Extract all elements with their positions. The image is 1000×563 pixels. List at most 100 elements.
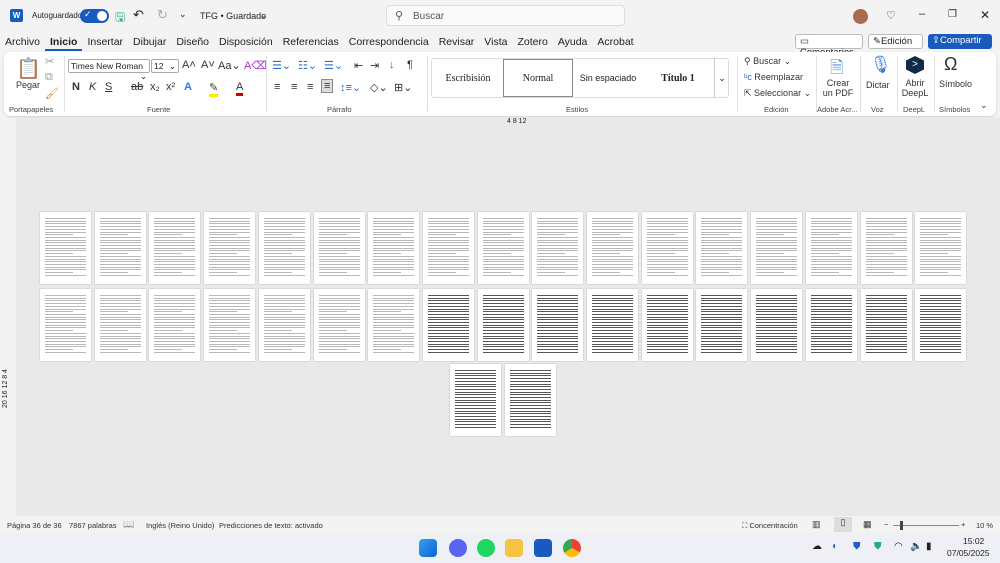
style-normal[interactable]: Normal bbox=[503, 59, 573, 97]
zoom-level[interactable]: 10 % bbox=[976, 521, 993, 530]
undo-icon[interactable]: ↶ bbox=[133, 7, 144, 23]
page-thumbnail[interactable] bbox=[532, 212, 584, 284]
page-thumbnail[interactable] bbox=[587, 212, 638, 284]
page-thumbnail[interactable] bbox=[641, 212, 693, 284]
edge-icon[interactable]: ◐ bbox=[832, 541, 838, 552]
style-sin-espaciado[interactable]: Sin espaciado bbox=[573, 59, 643, 97]
highlight-icon[interactable]: ✎ bbox=[209, 81, 219, 97]
comments-button[interactable]: ▭ Comentarios bbox=[795, 34, 863, 58]
paste-button[interactable]: Pegar bbox=[16, 80, 40, 90]
focus-button[interactable]: ⛶ Concentración bbox=[742, 521, 798, 531]
tab-correspondencia[interactable]: Correspondencia bbox=[344, 33, 434, 51]
print-layout-icon[interactable]: ▯ bbox=[834, 517, 852, 532]
microphone-icon[interactable]: 🎙 bbox=[870, 55, 892, 75]
page-thumbnail[interactable] bbox=[477, 212, 529, 284]
tab-diseno[interactable]: Diseño bbox=[171, 33, 214, 51]
editing-mode-button[interactable]: ✎Edición ⌄ bbox=[868, 34, 923, 58]
collapse-ribbon-icon[interactable]: ⌄ bbox=[980, 100, 988, 111]
spotify-icon[interactable] bbox=[477, 539, 495, 557]
autosave-toggle[interactable]: ✓ bbox=[80, 9, 109, 23]
page-thumbnail[interactable] bbox=[94, 212, 146, 284]
chrome-icon[interactable] bbox=[563, 539, 581, 557]
clock-time[interactable]: 15:02 bbox=[963, 536, 984, 546]
clock-date[interactable]: 07/05/2025 bbox=[947, 548, 990, 558]
tab-archivo[interactable]: Archivo bbox=[0, 33, 45, 51]
page-thumbnail[interactable] bbox=[696, 289, 748, 361]
styles-more-button[interactable]: ⌄ bbox=[714, 58, 729, 98]
tab-inicio[interactable]: Inicio bbox=[45, 33, 83, 51]
page-thumbnail[interactable] bbox=[40, 212, 91, 284]
proofing-icon[interactable]: 📖 bbox=[123, 519, 134, 530]
text-effects-icon[interactable]: A bbox=[184, 81, 192, 93]
page-thumbnail[interactable] bbox=[641, 289, 693, 361]
italic-button[interactable]: K bbox=[89, 81, 96, 93]
copy-icon[interactable]: ⧉ bbox=[45, 71, 53, 84]
page-thumbnail[interactable] bbox=[149, 289, 201, 361]
create-pdf-button[interactable]: Crear un PDF bbox=[822, 78, 854, 98]
grow-font-icon[interactable]: A˄ bbox=[182, 59, 196, 71]
line-spacing-icon[interactable]: ↕≡⌄ bbox=[340, 81, 361, 94]
underline-button[interactable]: S bbox=[105, 81, 112, 93]
tab-dibujar[interactable]: Dibujar bbox=[128, 33, 171, 51]
search-input[interactable]: ⚲ Buscar bbox=[386, 5, 625, 26]
select-button[interactable]: ⇱ Seleccionar ⌄ bbox=[744, 88, 811, 99]
restore-icon[interactable]: ❐ bbox=[948, 9, 957, 20]
font-name-select[interactable]: Times New Roman ⌄ bbox=[68, 59, 150, 81]
deepl-icon[interactable]: > bbox=[906, 56, 924, 74]
language[interactable]: Inglés (Reino Unido) bbox=[146, 521, 214, 530]
page-thumbnail[interactable] bbox=[696, 212, 748, 284]
align-right-icon[interactable]: ≡ bbox=[307, 81, 313, 93]
page-thumbnail[interactable] bbox=[805, 289, 857, 361]
start-icon[interactable] bbox=[419, 539, 437, 557]
zoom-slider[interactable] bbox=[893, 521, 959, 530]
decrease-indent-icon[interactable]: ⇤ bbox=[354, 59, 363, 72]
page-thumbnail[interactable] bbox=[477, 289, 529, 361]
page-thumbnail[interactable] bbox=[149, 212, 201, 284]
battery-icon[interactable]: ▮ bbox=[926, 541, 932, 552]
page-thumbnail[interactable] bbox=[258, 289, 310, 361]
pilcrow-icon[interactable]: ¶ bbox=[407, 59, 413, 71]
sort-icon[interactable]: ↓ bbox=[389, 59, 395, 71]
web-layout-icon[interactable]: ▦ bbox=[863, 519, 872, 530]
replace-button[interactable]: ᵇc Reemplazar bbox=[744, 72, 803, 82]
tab-referencias[interactable]: Referencias bbox=[278, 33, 344, 51]
tab-acrobat[interactable]: Acrobat bbox=[592, 33, 638, 51]
page-thumbnail[interactable] bbox=[450, 364, 501, 436]
justify-icon[interactable]: ≡ bbox=[321, 79, 334, 93]
bold-button[interactable]: N bbox=[72, 81, 80, 93]
page-thumbnail[interactable] bbox=[313, 212, 365, 284]
minimize-icon[interactable]: – bbox=[919, 8, 925, 20]
onedrive-icon[interactable]: ☁ bbox=[812, 541, 822, 552]
discord-icon[interactable] bbox=[449, 539, 467, 557]
symbol-button[interactable]: Símbolo bbox=[939, 79, 972, 89]
vertical-ruler[interactable]: 20 16 12 8 4 bbox=[2, 369, 9, 408]
multilevel-list-icon[interactable]: ☰⌄ bbox=[324, 59, 343, 72]
borders-icon[interactable]: ⊞⌄ bbox=[394, 81, 412, 94]
increase-indent-icon[interactable]: ⇥ bbox=[370, 59, 379, 72]
align-center-icon[interactable]: ≡ bbox=[291, 81, 297, 93]
open-deepl-button[interactable]: Abrir DeepL bbox=[901, 78, 929, 98]
paste-icon[interactable]: 📋 bbox=[16, 56, 41, 81]
cut-icon[interactable]: ✂ bbox=[45, 55, 54, 68]
zoom-out-button[interactable]: − bbox=[884, 520, 888, 529]
chevron-down-icon[interactable]: ⌄ bbox=[260, 10, 268, 21]
bullets-icon[interactable]: ☰⌄ bbox=[272, 59, 291, 72]
style-titulo-1[interactable]: Título 1 bbox=[643, 59, 713, 97]
page-thumbnail[interactable] bbox=[204, 289, 256, 361]
page-thumbnail[interactable] bbox=[422, 212, 474, 284]
style-escribision[interactable]: Escribisión bbox=[433, 59, 503, 97]
read-mode-icon[interactable]: ▥ bbox=[812, 519, 821, 530]
change-case-icon[interactable]: Aa⌄ bbox=[218, 59, 241, 72]
share-button[interactable]: ⇪Compartir bbox=[928, 34, 992, 49]
document-area[interactable]: 4 8 12 20 16 12 8 4 bbox=[2, 118, 1000, 516]
horizontal-ruler[interactable]: 4 8 12 bbox=[507, 118, 526, 125]
word-count[interactable]: 7867 palabras bbox=[69, 521, 117, 530]
page-count[interactable]: Página 36 de 36 bbox=[7, 521, 62, 530]
clear-formatting-icon[interactable]: A⌫ bbox=[244, 59, 267, 72]
page-thumbnail[interactable] bbox=[532, 289, 584, 361]
customize-qat-icon[interactable]: ⌄ bbox=[179, 9, 187, 20]
page-thumbnail[interactable] bbox=[915, 212, 967, 284]
zoom-in-button[interactable]: + bbox=[961, 520, 965, 529]
document-title[interactable]: TFG • Guardado bbox=[200, 11, 266, 21]
find-button[interactable]: ⚲ Buscar ⌄ bbox=[744, 56, 791, 67]
